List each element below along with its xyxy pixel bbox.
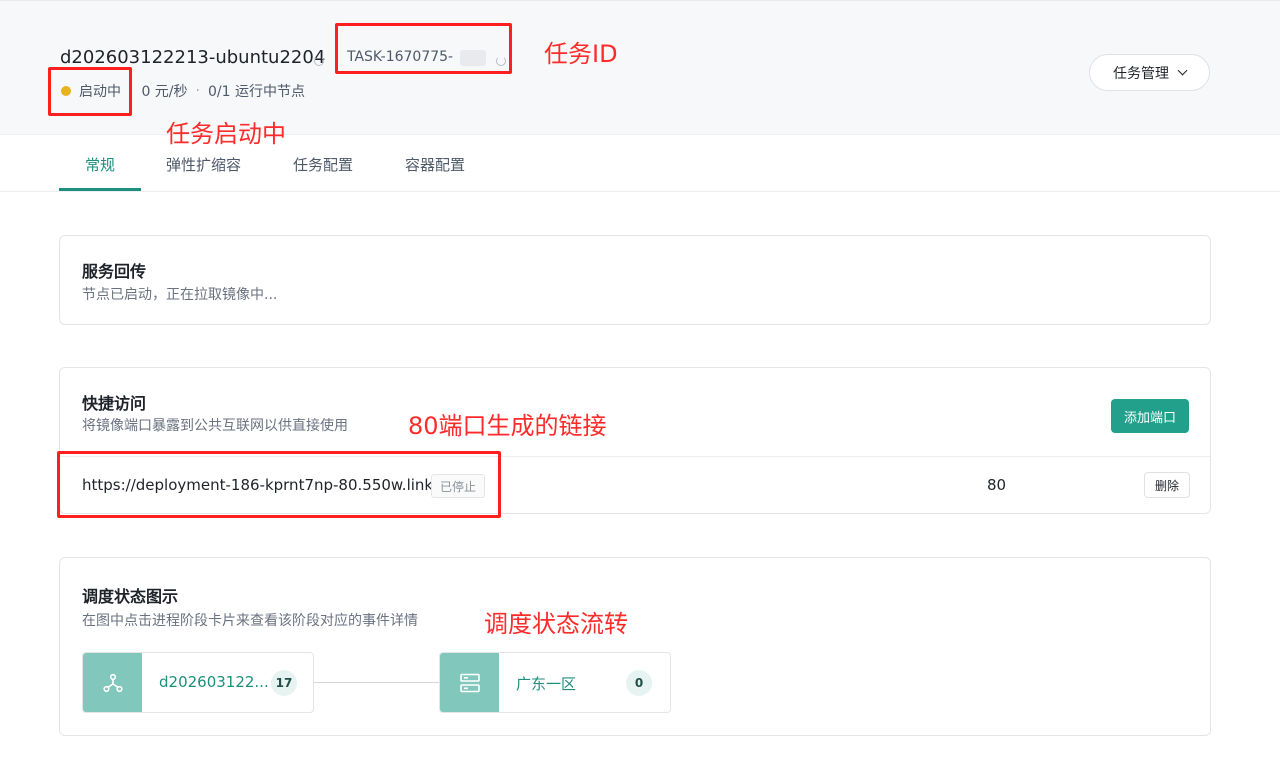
- annotation-port-link: 80端口生成的链接: [408, 412, 607, 440]
- tab-autoscaling[interactable]: 弹性扩缩容: [166, 154, 241, 175]
- node-label: 广东一区: [516, 675, 577, 693]
- task-manage-label: 任务管理: [1113, 65, 1169, 82]
- annotation-flow: 调度状态流转: [484, 610, 628, 638]
- quick-access-title: 快捷访问: [82, 394, 147, 413]
- loading-icon: [314, 56, 324, 66]
- price-text: 0 元/秒: [141, 84, 188, 100]
- server-icon: [440, 653, 499, 712]
- service-subtitle: 节点已启动，正在拉取镜像中...: [82, 287, 278, 303]
- annotation-task-id: 任务ID: [544, 40, 618, 68]
- schedule-card: 调度状态图示 在图中点击进程阶段卡片来查看该阶段对应的事件详情 d2026031…: [59, 557, 1211, 736]
- annotation-box-status: [48, 67, 132, 116]
- task-name: d202603122213-ubuntu2204: [60, 47, 326, 68]
- port-number: 80: [987, 476, 1007, 494]
- service-title: 服务回传: [82, 262, 147, 281]
- add-port-button[interactable]: 添加端口: [1111, 399, 1189, 433]
- tab-general[interactable]: 常规: [85, 154, 115, 175]
- nodes-text: 0/1 运行中节点: [207, 84, 305, 100]
- tab-container-config[interactable]: 容器配置: [405, 154, 465, 175]
- service-card: 服务回传 节点已启动，正在拉取镜像中...: [59, 235, 1211, 325]
- schedule-subtitle: 在图中点击进程阶段卡片来查看该阶段对应的事件详情: [82, 613, 418, 629]
- tab-task-config[interactable]: 任务配置: [293, 154, 353, 175]
- annotation-box-task-id: [335, 23, 512, 74]
- flow-connector: [314, 682, 440, 683]
- schedule-node-task[interactable]: d202603122... 17: [82, 652, 314, 713]
- active-tab-indicator: [59, 188, 141, 191]
- delete-button[interactable]: 删除: [1144, 472, 1190, 498]
- annotation-box-link: [57, 451, 501, 518]
- schedule-node-region[interactable]: 广东一区 0: [439, 652, 671, 713]
- cluster-icon: [83, 653, 142, 712]
- node-label: d202603122...: [159, 673, 269, 691]
- count-badge: 17: [271, 670, 297, 696]
- chevron-down-icon: [1177, 65, 1188, 76]
- count-badge: 0: [626, 670, 652, 696]
- quick-access-subtitle: 将镜像端口暴露到公共互联网以供直接使用: [82, 418, 348, 434]
- annotation-starting: 任务启动中: [166, 120, 286, 148]
- separator: ·: [195, 83, 200, 99]
- schedule-title: 调度状态图示: [82, 587, 179, 606]
- task-manage-button[interactable]: 任务管理: [1089, 54, 1210, 91]
